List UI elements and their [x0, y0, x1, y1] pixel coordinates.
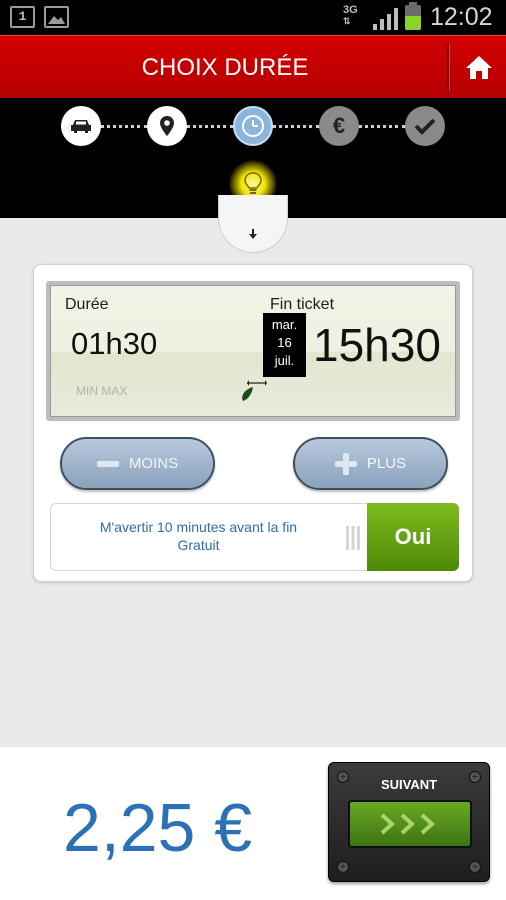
gallery-icon	[44, 6, 69, 28]
step-location[interactable]	[147, 106, 187, 146]
reminder-toggle[interactable]: M'avertir 10 minutes avant la fin Gratui…	[50, 503, 459, 571]
step-duration[interactable]	[233, 106, 273, 146]
triple-chevron-icon	[380, 813, 435, 835]
lightbulb-icon	[244, 172, 262, 194]
minus-icon	[96, 460, 119, 467]
reminder-text: M'avertir 10 minutes avant la fin Gratui…	[99, 519, 298, 553]
battery-icon	[405, 5, 421, 30]
end-date: mar. 16 juil.	[263, 313, 306, 377]
clock-time: 12:02	[430, 3, 493, 31]
network-type: 3G ⇅	[343, 4, 358, 27]
toggle-on-state[interactable]: Oui	[367, 503, 459, 571]
next-button[interactable]: + + + + SUIVANT	[328, 762, 490, 882]
arrow-down-icon	[249, 229, 257, 239]
duration-label: Durée	[65, 296, 109, 313]
step-payment[interactable]: €	[319, 106, 359, 146]
notification-icon: 1	[10, 6, 35, 28]
min-max-label: MIN MAX	[76, 384, 128, 398]
home-button[interactable]	[455, 42, 503, 92]
plus-button[interactable]: PLUS	[293, 437, 448, 490]
page-title: CHOIX DURÉE	[141, 54, 309, 81]
location-pin-icon	[160, 116, 174, 136]
car-icon	[71, 120, 91, 133]
end-ticket-label: Fin ticket	[270, 296, 335, 313]
next-label: SUIVANT	[380, 777, 438, 792]
duration-slider-handle[interactable]	[239, 379, 267, 403]
clock-icon	[242, 115, 264, 137]
grip-icon	[346, 526, 360, 550]
app-header: CHOIX DURÉE	[0, 35, 506, 98]
step-confirm[interactable]	[405, 106, 445, 146]
signal-icon	[373, 8, 398, 30]
duration-card: Durée Fin ticket 01h30 MIN MAX mar. 16 j…	[33, 264, 473, 582]
end-time-value: 15h30	[313, 319, 441, 371]
home-icon	[466, 56, 492, 79]
euro-icon: €	[332, 113, 346, 138]
step-vehicle[interactable]	[61, 106, 101, 146]
price-value: 2,25 €	[63, 790, 253, 866]
expand-tab[interactable]	[218, 195, 288, 253]
check-icon	[414, 118, 436, 135]
status-bar: 1 3G ⇅ 12:02	[0, 0, 506, 35]
duration-value: 01h30	[71, 326, 158, 361]
minus-button[interactable]: MOINS	[60, 437, 215, 490]
footer: 2,25 € + + + + SUIVANT	[0, 747, 506, 900]
plus-icon	[334, 452, 357, 475]
ticket-display: Durée Fin ticket 01h30 MIN MAX mar. 16 j…	[46, 281, 460, 421]
